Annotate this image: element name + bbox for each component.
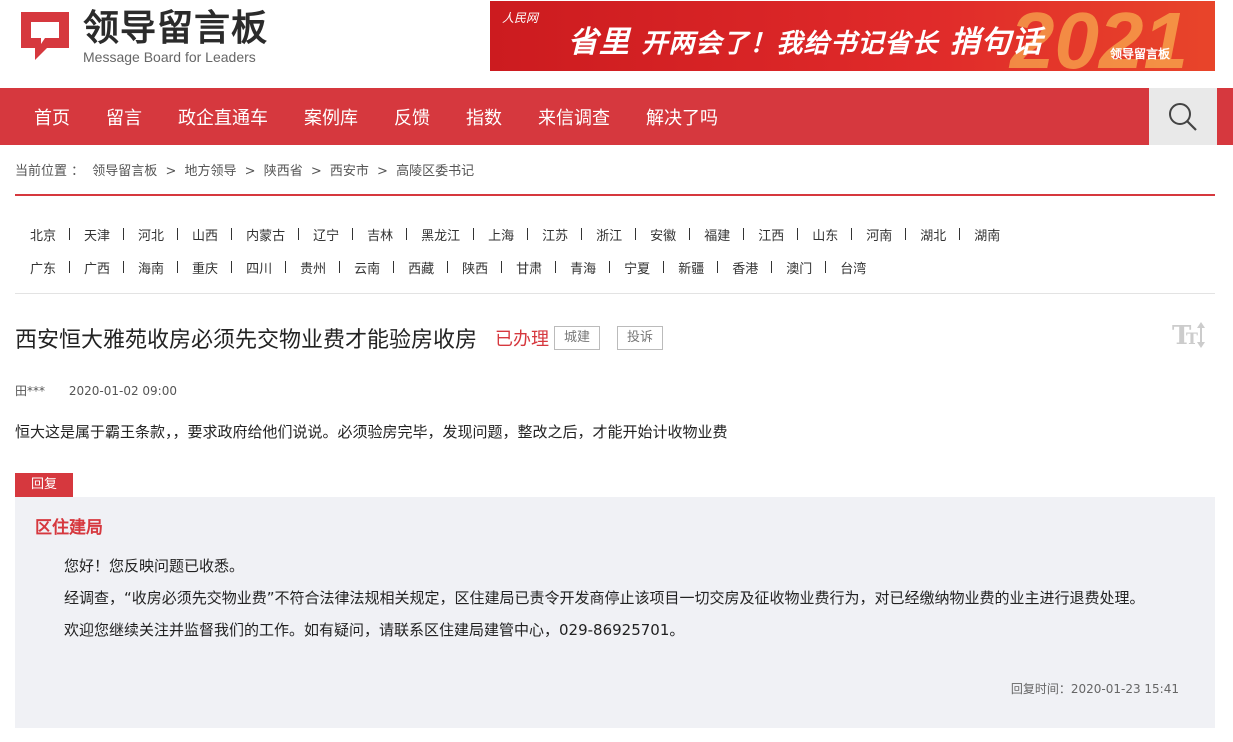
svg-text:T: T [1186, 329, 1198, 348]
region-link[interactable]: 吉林 [353, 225, 408, 244]
message-title: 西安恒大雅苑收房必须先交物业费才能验房收房 [15, 328, 478, 353]
region-link[interactable]: 河南 [852, 225, 907, 244]
region-row-1: 北京 天津 河北 山西 内蒙古 辽宁 吉林 黑龙江 上海 江苏 浙江 安徽 福建… [16, 218, 1216, 251]
breadcrumb-separator: > [244, 164, 256, 179]
region-link[interactable]: 湖北 [906, 225, 961, 244]
region-link[interactable]: 陕西 [448, 258, 503, 277]
nav-item-business[interactable]: 政企直通车 [178, 104, 268, 130]
reply-time: 回复时间：2020-01-23 15:41 [1010, 682, 1179, 696]
region-link[interactable]: 重庆 [178, 258, 233, 277]
region-link[interactable]: 贵州 [286, 258, 341, 277]
region-row-2: 广东 广西 海南 重庆 四川 贵州 云南 西藏 陕西 甘肃 青海 宁夏 新疆 香… [16, 251, 1216, 284]
post-date: 2020-01-02 09:00 [68, 384, 177, 398]
category-tag[interactable]: 城建 [554, 326, 601, 350]
font-size-icon[interactable]: T T [1170, 318, 1206, 352]
type-tag[interactable]: 投诉 [617, 326, 664, 350]
region-link[interactable]: 内蒙古 [232, 225, 300, 244]
region-link[interactable]: 西藏 [394, 258, 449, 277]
region-link[interactable]: 海南 [124, 258, 179, 277]
reply-organization: 区住建局 [35, 518, 103, 538]
search-icon [1169, 102, 1197, 131]
region-link[interactable]: 香港 [718, 258, 773, 277]
region-link[interactable]: 山西 [178, 225, 233, 244]
region-link[interactable]: 江苏 [528, 225, 583, 244]
site-logo[interactable]: 领导留言板 Message Board for Leaders [17, 8, 287, 68]
message-title-row: 西安恒大雅苑收房必须先交物业费才能验房收房 已办理 城建 投诉 [15, 322, 664, 354]
status-badge: 已办理 [495, 329, 550, 350]
search-button[interactable] [1149, 88, 1217, 145]
banner-headline-b: 开两会了！我给书记省长 [641, 29, 939, 59]
region-link[interactable]: 山东 [798, 225, 853, 244]
region-link[interactable]: 黑龙江 [407, 225, 475, 244]
region-link[interactable]: 台湾 [826, 258, 880, 277]
region-link[interactable]: 天津 [70, 225, 125, 244]
region-link[interactable]: 宁夏 [610, 258, 665, 277]
breadcrumb-item-city[interactable]: 西安市 [330, 164, 369, 179]
breadcrumb: 当前位置 ： 领导留言板 > 地方领导 > 陕西省 > 西安市 > 高陵区委书记 [15, 160, 478, 179]
nav-item-feedback[interactable]: 反馈 [394, 104, 430, 130]
breadcrumb-separator: > [377, 164, 388, 179]
region-link[interactable]: 福建 [690, 225, 745, 244]
region-link[interactable]: 广东 [16, 258, 71, 277]
main-nav: 首页 留言 政企直通车 案例库 反馈 指数 来信调查 解决了吗 [0, 88, 1233, 145]
message-meta: 田*** 2020-01-02 09:00 [15, 382, 177, 399]
region-link[interactable]: 浙江 [582, 225, 637, 244]
message-content: 恒大这是属于霸王条款，，要求政府给他们说说。必须验房完毕，发现问题，整改之后，才… [15, 423, 728, 441]
reply-box: 区住建局 您好！您反映问题已收悉。 经调查，“收房必须先交物业费”不符合法律法规… [15, 497, 1215, 728]
nav-items: 首页 留言 政企直通车 案例库 反馈 指数 来信调查 解决了吗 [16, 88, 736, 145]
nav-item-index[interactable]: 指数 [466, 104, 502, 130]
region-link[interactable]: 甘肃 [502, 258, 557, 277]
reply-tab: 回复 [15, 473, 73, 497]
banner-brand: 人民网 [502, 11, 539, 25]
reply-paragraph: 您好！您反映问题已收悉。 [64, 557, 245, 575]
breadcrumb-divider [15, 194, 1215, 196]
breadcrumb-item-leader[interactable]: 高陵区委书记 [396, 164, 474, 179]
logo-subtitle: Message Board for Leaders [83, 49, 256, 65]
region-link[interactable]: 新疆 [664, 258, 719, 277]
region-link[interactable]: 广西 [70, 258, 125, 277]
region-link[interactable]: 辽宁 [299, 225, 354, 244]
logo-title: 领导留言板 [83, 8, 269, 49]
nav-item-message[interactable]: 留言 [106, 104, 142, 130]
banner-brand-small: 领导留言板 [1110, 47, 1171, 61]
breadcrumb-item-local[interactable]: 地方领导 [184, 164, 236, 179]
author-name: 田*** [15, 384, 46, 398]
breadcrumb-separator: > [165, 164, 177, 179]
region-link[interactable]: 湖南 [960, 225, 1014, 244]
region-list: 北京 天津 河北 山西 内蒙古 辽宁 吉林 黑龙江 上海 江苏 浙江 安徽 福建… [16, 218, 1216, 284]
region-link[interactable]: 云南 [340, 258, 395, 277]
banner-headline-c: 捎句话 [949, 25, 1043, 60]
reply-paragraph: 经调查，“收房必须先交物业费”不符合法律法规相关规定，区住建局已责令开发商停止该… [64, 589, 1145, 607]
region-link[interactable]: 澳门 [772, 258, 827, 277]
breadcrumb-prefix: 当前位置 ： [15, 164, 85, 179]
nav-item-home[interactable]: 首页 [34, 104, 70, 130]
region-divider [15, 293, 1215, 294]
region-link[interactable]: 四川 [232, 258, 287, 277]
region-link[interactable]: 江西 [744, 225, 799, 244]
logo-mark-icon [21, 12, 69, 60]
reply-body: 您好！您反映问题已收悉。 经调查，“收房必须先交物业费”不符合法律法规相关规定，… [34, 550, 1204, 646]
banner-headline-a: 省里 [568, 25, 630, 60]
region-link[interactable]: 青海 [556, 258, 611, 277]
nav-item-survey[interactable]: 来信调查 [538, 104, 610, 130]
header: 领导留言板 Message Board for Leaders 2021 人民网… [0, 0, 1233, 88]
nav-item-solved[interactable]: 解决了吗 [646, 104, 718, 130]
reply-paragraph: 欢迎您继续关注并监督我们的工作。如有疑问，请联系区住建局建管中心，029-869… [64, 621, 685, 639]
breadcrumb-item-board[interactable]: 领导留言板 [92, 164, 157, 179]
region-link[interactable]: 安徽 [636, 225, 691, 244]
region-link[interactable]: 河北 [124, 225, 179, 244]
promo-banner[interactable]: 2021 人民网 省里 开两会了！我给书记省长 捎句话 领导留言板 [490, 1, 1215, 71]
region-link[interactable]: 上海 [474, 225, 529, 244]
region-link[interactable]: 北京 [16, 225, 71, 244]
breadcrumb-item-province[interactable]: 陕西省 [264, 164, 303, 179]
nav-item-cases[interactable]: 案例库 [304, 104, 358, 130]
banner-headline: 省里 开两会了！我给书记省长 捎句话 [568, 17, 1043, 61]
breadcrumb-separator: > [310, 164, 322, 179]
